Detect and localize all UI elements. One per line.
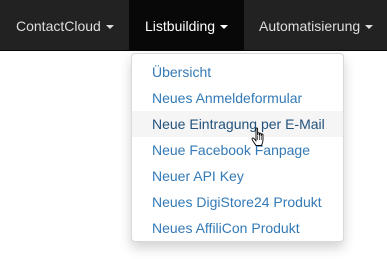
menu-item-neue-eintragung-per-email[interactable]: Neue Eintragung per E-Mail (132, 111, 343, 137)
menu-item-neues-digistore24-produkt[interactable]: Neues DigiStore24 Produkt (132, 189, 343, 215)
menu-item-neues-anmeldeformular[interactable]: Neues Anmeldeformular (132, 85, 343, 111)
caret-down-icon (220, 24, 229, 29)
caret-down-icon (105, 24, 114, 29)
caret-down-icon (365, 24, 374, 29)
nav-listbuilding[interactable]: Listbuilding (129, 0, 244, 51)
listbuilding-dropdown-menu: Übersicht Neues Anmeldeformular Neue Ein… (131, 53, 344, 242)
nav-automatisierung[interactable]: Automatisierung (244, 0, 387, 51)
menu-item-neuer-api-key[interactable]: Neuer API Key (132, 163, 343, 189)
menu-item-uebersicht[interactable]: Übersicht (132, 59, 343, 85)
menu-item-neues-afficon-produkt[interactable]: Neues AffiliCon Produkt (132, 215, 343, 241)
nav-contactcloud-label: ContactCloud (16, 17, 101, 34)
menu-item-neue-facebook-fanpage[interactable]: Neue Facebook Fanpage (132, 137, 343, 163)
nav-automatisierung-label: Automatisierung (259, 17, 361, 34)
nav-listbuilding-label: Listbuilding (145, 17, 216, 34)
nav-contactcloud[interactable]: ContactCloud (0, 0, 129, 51)
top-navbar: ContactCloud Listbuilding Automatisierun… (0, 0, 387, 51)
hand-pointer-cursor-icon (251, 127, 264, 146)
